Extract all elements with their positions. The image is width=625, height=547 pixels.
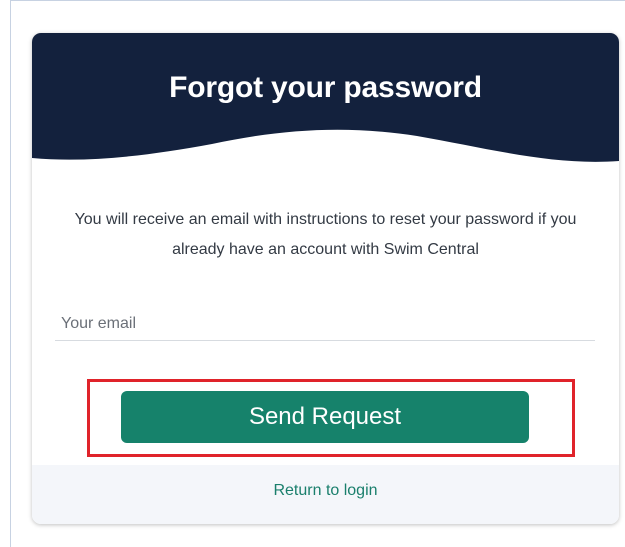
forgot-password-card: Forgot your password You will receive an… <box>32 33 619 524</box>
card-footer: Return to login <box>32 465 619 524</box>
card-header: Forgot your password <box>32 33 619 173</box>
info-text: You will receive an email with instructi… <box>74 211 577 258</box>
send-request-button[interactable]: Send Request <box>121 391 529 443</box>
email-field[interactable] <box>55 308 595 341</box>
return-to-login-link[interactable]: Return to login <box>32 482 619 500</box>
page: Forgot your password You will receive an… <box>0 0 625 547</box>
page-title: Forgot your password <box>169 71 482 104</box>
